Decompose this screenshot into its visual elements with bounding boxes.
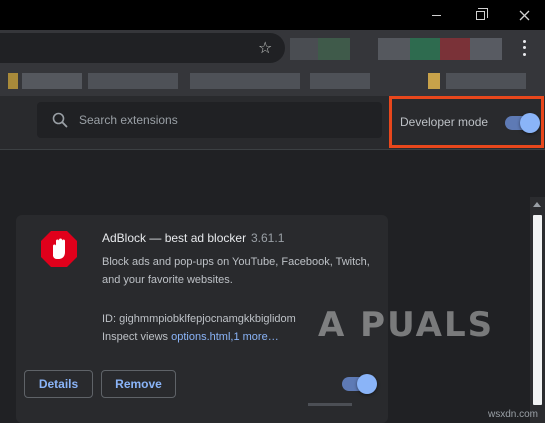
more-vert-icon[interactable]: [516, 38, 532, 58]
bookmark-item[interactable]: [428, 73, 440, 89]
annotation-highlight-box: [389, 96, 544, 148]
extension-enable-toggle[interactable]: [342, 374, 377, 394]
inspect-views-label: Inspect views: [102, 331, 169, 343]
window-title-bar: [0, 0, 545, 30]
vertical-scrollbar[interactable]: [530, 197, 545, 423]
extension-version: 3.61.1: [251, 231, 285, 245]
extension-description: Block ads and pop-ups on YouTube, Facebo…: [102, 256, 370, 286]
inspect-views: Inspect views options.html,1 more…: [102, 331, 279, 343]
close-icon: [519, 10, 529, 20]
bookmark-item[interactable]: [310, 73, 370, 89]
browser-toolbar: ☆: [0, 30, 545, 66]
extension-icon[interactable]: [378, 38, 410, 60]
extension-id: ID: gighmmpiobklfepjocnamgkkbiglidom: [102, 313, 296, 325]
extension-icon[interactable]: [410, 38, 440, 60]
extension-icon[interactable]: [470, 38, 502, 60]
address-bar[interactable]: ☆: [0, 33, 285, 63]
search-icon: [52, 112, 68, 128]
extension-name: AdBlock — best ad blocker: [102, 231, 247, 245]
bookmark-item[interactable]: [22, 73, 82, 89]
site-watermark: wsxdn.com: [488, 409, 539, 420]
search-box[interactable]: [37, 102, 382, 138]
bookmark-item[interactable]: [8, 73, 18, 89]
bookmark-star-icon[interactable]: ☆: [258, 40, 274, 56]
search-input[interactable]: [79, 102, 369, 138]
close-button[interactable]: [502, 0, 545, 30]
bookmarks-bar: [0, 66, 545, 96]
bookmark-item[interactable]: [190, 73, 300, 89]
maximize-button[interactable]: [458, 0, 502, 30]
scroll-thumb[interactable]: [533, 215, 542, 405]
extension-icon[interactable]: [290, 38, 318, 60]
scroll-up-arrow-icon[interactable]: [533, 202, 541, 207]
maximize-icon: [475, 7, 488, 20]
extension-icon[interactable]: [318, 38, 350, 60]
appuals-watermark: A PUALS: [318, 305, 495, 345]
extension-icon[interactable]: [440, 38, 470, 60]
sub-header-strip: [0, 151, 545, 197]
toggle-knob: [357, 374, 377, 394]
adblock-hand-icon: [41, 231, 77, 267]
bookmark-item[interactable]: [88, 73, 178, 89]
remove-button[interactable]: Remove: [101, 370, 176, 398]
details-button[interactable]: Details: [24, 370, 93, 398]
inspect-views-link[interactable]: options.html,1 more…: [171, 331, 279, 343]
minimize-button[interactable]: [414, 0, 458, 30]
next-card-edge: [308, 403, 352, 406]
bookmark-item[interactable]: [446, 73, 526, 89]
